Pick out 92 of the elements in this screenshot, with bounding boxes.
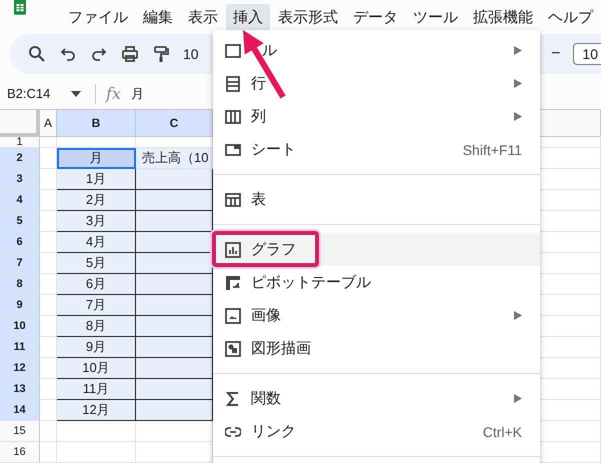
cell-icon [225, 42, 241, 58]
menu-item[interactable]: ル [213, 34, 540, 67]
table-cell [40, 421, 57, 442]
shortcut-text: Shift+F11 [462, 142, 522, 158]
table-cell: 売上高（10 [136, 148, 213, 169]
corner-cell[interactable] [0, 110, 40, 137]
columns-icon [225, 108, 241, 124]
row-header[interactable]: 7 [0, 253, 40, 274]
row-header[interactable]: 15 [0, 421, 40, 442]
column-header[interactable]: B [57, 110, 136, 137]
menu-tab[interactable]: 編集 [136, 4, 180, 30]
formula-field[interactable]: 月 [130, 84, 144, 102]
row-header[interactable]: 16 [0, 442, 40, 463]
decrease-font-size-button[interactable]: − [551, 45, 560, 63]
row-header[interactable]: 14 [0, 400, 40, 421]
menu-item[interactable]: 図形描画 [213, 332, 540, 365]
menu-tab[interactable]: データ [346, 4, 405, 30]
menu-tab[interactable]: 挿入 [226, 4, 270, 30]
search-icon[interactable] [28, 45, 46, 63]
table-cell [40, 211, 57, 232]
table-cell [40, 232, 57, 253]
menu-item[interactable]: 関数 [213, 382, 540, 415]
row-header[interactable]: 10 [0, 316, 40, 337]
table-cell [40, 400, 57, 421]
menu-item[interactable]: 行 [213, 67, 540, 100]
table-cell [40, 295, 57, 316]
table-cell: 10月 [57, 358, 136, 379]
font-size-field[interactable]: 10 [573, 43, 601, 65]
table-cell [40, 190, 57, 211]
table-cell [40, 337, 57, 358]
table-cell [40, 137, 57, 148]
caret-icon[interactable] [71, 90, 81, 96]
row-header[interactable]: 8 [0, 274, 40, 295]
menu-item[interactable]: 列 [213, 100, 540, 133]
table-cell: 1月 [57, 169, 136, 190]
table-cell: 7月 [57, 295, 136, 316]
column-header[interactable]: C [136, 110, 213, 137]
menu-tab[interactable]: 拡張機能 [466, 4, 540, 30]
table-icon [225, 192, 241, 208]
column-header[interactable]: A [40, 110, 57, 137]
table-cell: 11月 [57, 379, 136, 400]
table-cell [40, 316, 57, 337]
menu-item[interactable]: リンク Ctrl+K [213, 415, 540, 448]
menu-item[interactable]: シート Shift+F11 [213, 133, 540, 166]
table-cell: 月 [57, 148, 136, 169]
drawing-icon [225, 340, 241, 356]
rows-icon [225, 76, 241, 92]
table-cell [40, 379, 57, 400]
row-header[interactable]: 9 [0, 295, 40, 316]
table-cell [40, 358, 57, 379]
menu-item[interactable]: ピボットテーブル [213, 266, 540, 299]
table-cell: 2月 [57, 190, 136, 211]
row-header[interactable]: 11 [0, 337, 40, 358]
row-header[interactable]: 12 [0, 358, 40, 379]
paint-roller-icon[interactable] [152, 45, 170, 63]
table-cell [40, 442, 57, 463]
table-cell: 5月 [57, 253, 136, 274]
row-header[interactable]: 6 [0, 232, 40, 253]
menu-item[interactable]: グラフ [213, 233, 540, 266]
menu-tab[interactable]: ファイル [61, 4, 135, 30]
table-cell [40, 274, 57, 295]
menu-tab[interactable]: 表示 [181, 4, 225, 30]
table-cell: 12月 [57, 400, 136, 421]
row-header[interactable]: 3 [0, 169, 40, 190]
table-cell: 6月 [57, 274, 136, 295]
row-header[interactable]: 13 [0, 379, 40, 400]
print-icon[interactable] [121, 45, 139, 63]
sigma-icon [225, 390, 241, 406]
table-cell [40, 169, 57, 190]
pivot-table-icon [225, 274, 241, 290]
menu-tab[interactable]: ツール [406, 4, 465, 30]
table-cell: 3月 [57, 211, 136, 232]
table-cell: 8月 [57, 316, 136, 337]
row-header[interactable]: 5 [0, 211, 40, 232]
shortcut-text: Ctrl+K [482, 424, 522, 440]
table-cell: 9月 [57, 337, 136, 358]
menu-item[interactable]: 画像 [213, 299, 540, 332]
table-cell: 4月 [57, 232, 136, 253]
menu-tab[interactable]: ヘルプ [541, 4, 600, 30]
table-cell [40, 148, 57, 169]
row-header[interactable]: 4 [0, 190, 40, 211]
table-cell [40, 253, 57, 274]
name-box[interactable]: B2:C14 [0, 86, 71, 101]
function-label: fx [106, 84, 121, 103]
menu-tab[interactable]: 表示形式 [271, 4, 345, 30]
image-icon [225, 308, 241, 324]
zoom-field[interactable]: 10 [183, 46, 199, 62]
chart-icon [225, 242, 241, 258]
row-header[interactable]: 1 [0, 137, 40, 148]
sheet-icon [225, 142, 241, 158]
menu-item[interactable]: 表 [213, 183, 540, 216]
row-header[interactable]: 2 [0, 148, 40, 169]
